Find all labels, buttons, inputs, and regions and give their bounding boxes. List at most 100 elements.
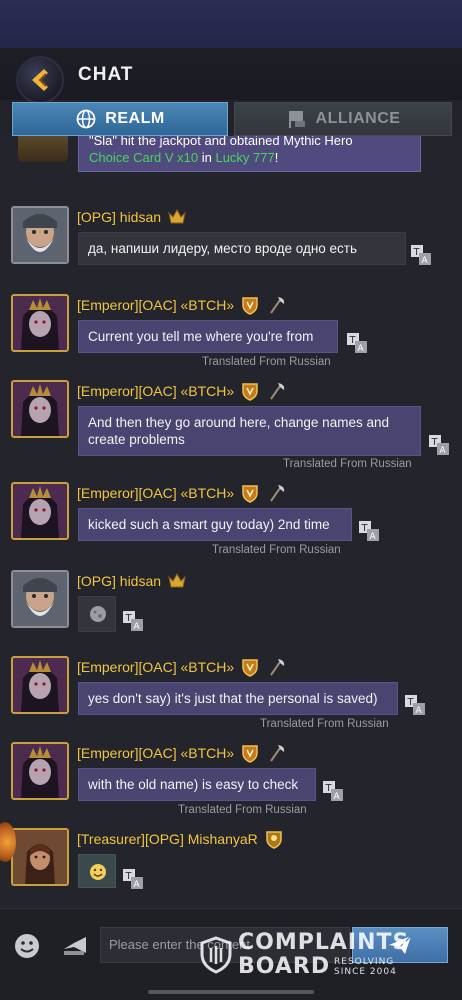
- alliance-flag-icon: [288, 111, 305, 128]
- system-avatar: [18, 136, 68, 162]
- emperor-shield-badge-icon: [242, 383, 258, 401]
- watermark-tag2: SINCE 2004: [334, 967, 397, 977]
- axe-badge-icon: [270, 297, 285, 314]
- dwarf-avatar-icon: [13, 572, 67, 626]
- home-indicator: [148, 990, 314, 994]
- page-title: CHAT: [78, 64, 134, 85]
- avatar[interactable]: [11, 380, 69, 438]
- back-button[interactable]: [16, 56, 64, 104]
- avatar[interactable]: [11, 742, 69, 800]
- svg-text:A: A: [134, 880, 141, 890]
- watermark-tag1: RESOLVING: [334, 957, 395, 967]
- message-bubble[interactable]: Current you tell me where you're from: [78, 320, 338, 353]
- moon-emoji-icon: [90, 606, 106, 622]
- system-message-end: !: [274, 150, 279, 165]
- back-chevron-icon: [32, 69, 48, 91]
- top-strip: [0, 0, 462, 48]
- smile-emoji-icon: [90, 864, 106, 880]
- sender-name[interactable]: [Emperor][OAC] «BTCH»: [77, 383, 234, 399]
- svg-text:A: A: [334, 792, 341, 802]
- dwarf-avatar-icon: [13, 208, 67, 262]
- sender-name[interactable]: [OPG] hidsan: [77, 209, 161, 225]
- translate-icon[interactable]: T A: [404, 694, 426, 716]
- emperor-shield-badge-icon: [242, 485, 258, 503]
- svg-text:A: A: [370, 532, 377, 542]
- system-message-event: Lucky 777: [215, 150, 275, 165]
- system-message-item: Choice Card V x10: [89, 150, 199, 165]
- vampire-avatar-icon: [13, 658, 67, 712]
- watermark: COMPLAINTS BOARD RESOLVING SINCE 2004: [198, 930, 448, 982]
- svg-text:A: A: [134, 622, 141, 632]
- translate-icon[interactable]: T A: [358, 520, 380, 542]
- tab-alliance-label: ALLIANCE: [315, 110, 401, 127]
- axe-badge-icon: [270, 383, 285, 400]
- crown-badge-icon: [168, 208, 186, 224]
- translate-icon[interactable]: T A: [346, 332, 368, 354]
- avatar[interactable]: [11, 828, 69, 886]
- svg-text:A: A: [440, 446, 447, 456]
- sender-row: [Emperor][OAC] «BTCH»: [77, 294, 286, 316]
- message-bubble[interactable]: kicked such a smart guy today) 2nd time: [78, 508, 352, 541]
- emperor-shield-badge-icon: [242, 297, 258, 315]
- message-bubble[interactable]: with the old name) is easy to check: [78, 768, 316, 801]
- sticker-bubble[interactable]: [78, 596, 116, 632]
- warrior-avatar-icon: [13, 830, 67, 884]
- watermark-line1: COMPLAINTS: [238, 930, 410, 955]
- watermark-tagline: RESOLVING SINCE 2004: [334, 957, 397, 977]
- svg-text:A: A: [416, 706, 423, 716]
- avatar[interactable]: [11, 206, 69, 264]
- sender-name[interactable]: [Emperor][OAC] «BTCH»: [77, 745, 234, 761]
- sender-row: [OPG] hidsan: [77, 570, 187, 592]
- sender-row: [Treasurer][OPG] MishanyaR: [77, 828, 284, 850]
- vampire-avatar-icon: [13, 484, 67, 538]
- sender-row: [Emperor][OAC] «BTCH»: [77, 656, 286, 678]
- vampire-avatar-icon: [13, 744, 67, 798]
- sender-name[interactable]: [Emperor][OAC] «BTCH»: [77, 485, 234, 501]
- tab-realm-label: REALM: [105, 110, 165, 127]
- emperor-shield-badge-icon: [242, 745, 258, 763]
- sender-name[interactable]: [Emperor][OAC] «BTCH»: [77, 297, 234, 313]
- translate-icon[interactable]: T A: [122, 868, 144, 890]
- tab-alliance[interactable]: ALLIANCE: [234, 102, 452, 136]
- translate-icon[interactable]: T A: [322, 780, 344, 802]
- message-bubble[interactable]: yes don't say) it's just that the person…: [78, 682, 398, 715]
- system-message-line1: "Sla" hit the jackpot and obtained Mythi…: [89, 136, 353, 148]
- avatar[interactable]: [11, 294, 69, 352]
- globe-icon: [76, 109, 96, 129]
- vampire-avatar-icon: [13, 296, 67, 350]
- vampire-avatar-icon: [13, 382, 67, 436]
- emperor-shield-badge-icon: [242, 659, 258, 677]
- axe-badge-icon: [270, 745, 285, 762]
- crown-badge-icon: [168, 572, 186, 588]
- translated-label: Translated From Russian: [283, 458, 412, 470]
- translate-icon[interactable]: T A: [410, 244, 432, 266]
- avatar[interactable]: [11, 482, 69, 540]
- axe-badge-icon: [270, 485, 285, 502]
- axe-badge-icon: [270, 659, 285, 676]
- sender-name[interactable]: [OPG] hidsan: [77, 573, 161, 589]
- emoji-button[interactable]: [12, 931, 42, 961]
- svg-text:A: A: [358, 344, 365, 354]
- shield-logo-icon: [200, 936, 232, 974]
- sender-name[interactable]: [Treasurer][OPG] MishanyaR: [77, 831, 258, 847]
- sticker-bubble[interactable]: [78, 854, 116, 888]
- translated-label: Translated From Russian: [260, 718, 389, 730]
- watermark-line2: BOARD: [238, 954, 331, 979]
- chat-message-list[interactable]: "Sla" hit the jackpot and obtained Mythi…: [0, 136, 462, 908]
- avatar[interactable]: [11, 656, 69, 714]
- tab-realm[interactable]: REALM: [12, 102, 228, 136]
- sender-row: [Emperor][OAC] «BTCH»: [77, 380, 286, 402]
- translated-label: Translated From Russian: [202, 356, 331, 368]
- sender-row: [Emperor][OAC] «BTCH»: [77, 742, 286, 764]
- translate-icon[interactable]: T A: [428, 434, 450, 456]
- chat-header: [0, 48, 462, 100]
- translated-label: Translated From Russian: [212, 544, 341, 556]
- message-bubble[interactable]: да, напиши лидеру, место вроде одно есть: [78, 232, 406, 265]
- sender-name[interactable]: [Emperor][OAC] «BTCH»: [77, 659, 234, 675]
- sender-row: [OPG] hidsan: [77, 206, 187, 228]
- megaphone-icon[interactable]: [60, 929, 92, 961]
- translate-icon[interactable]: T A: [122, 610, 144, 632]
- avatar[interactable]: [11, 570, 69, 628]
- message-bubble[interactable]: And then they go around here, change nam…: [78, 406, 421, 456]
- translated-label: Translated From Russian: [178, 804, 307, 816]
